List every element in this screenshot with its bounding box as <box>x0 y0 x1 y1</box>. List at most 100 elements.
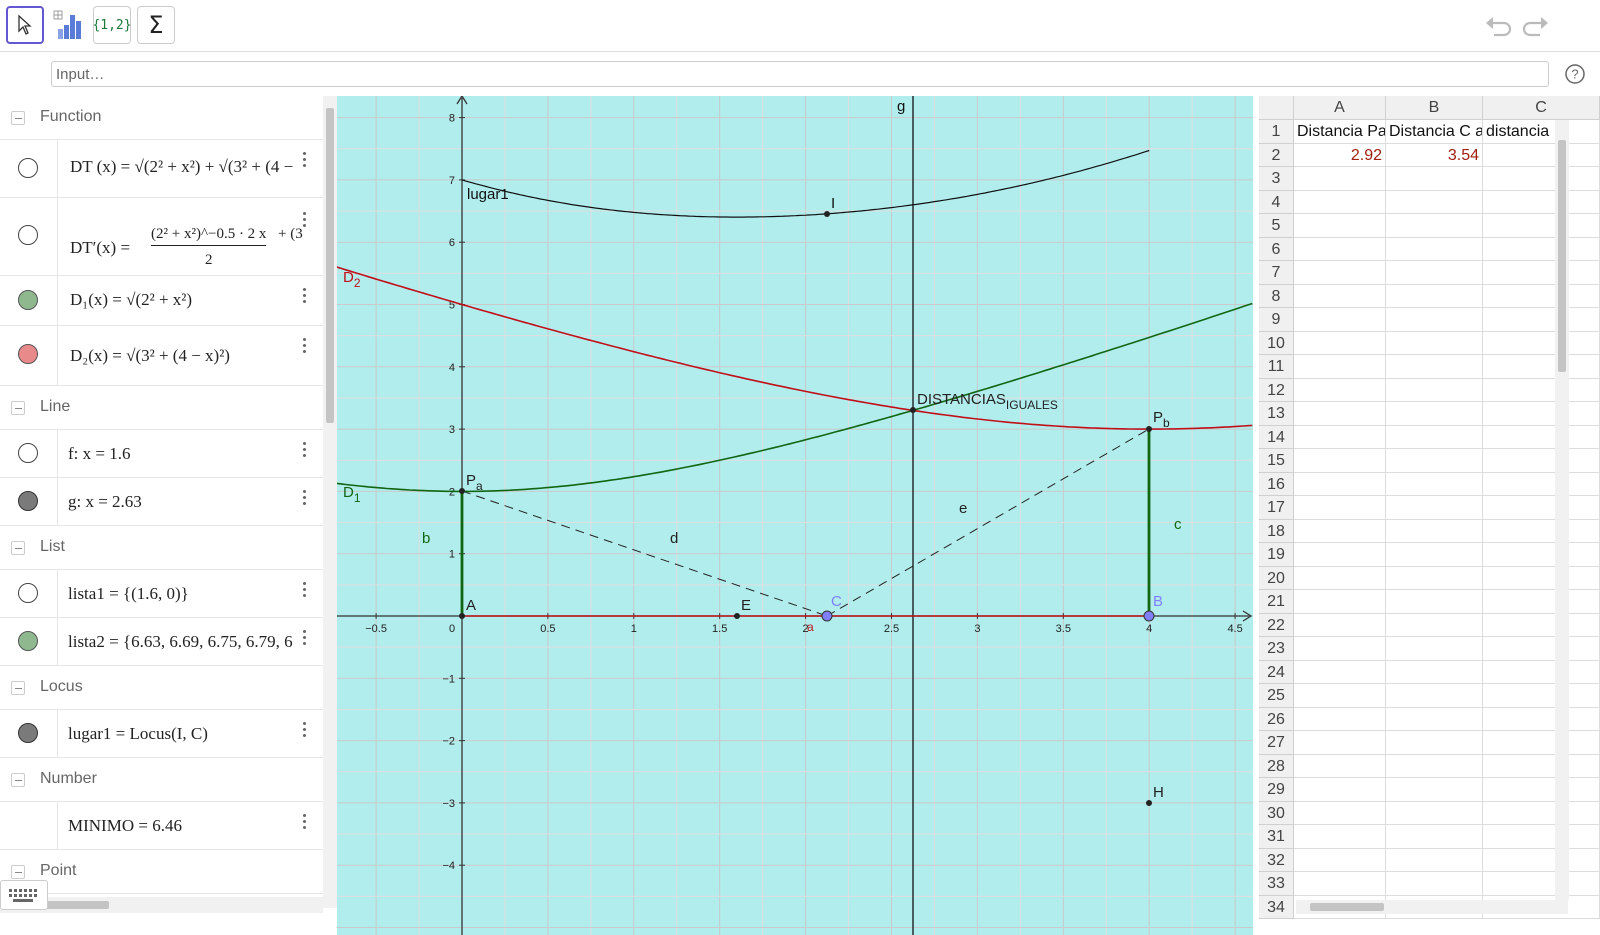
more-options-icon[interactable] <box>302 490 308 508</box>
scrollbar-thumb[interactable] <box>1310 903 1384 911</box>
sheet-cell[interactable] <box>1386 543 1483 567</box>
algebra-item-g[interactable]: g: x = 2.63 <box>0 478 323 526</box>
sheet-cell[interactable] <box>1386 496 1483 520</box>
sheet-cell[interactable] <box>1294 660 1386 684</box>
sheet-cell[interactable] <box>1386 684 1483 708</box>
sheet-cell[interactable] <box>1483 331 1600 355</box>
row-header[interactable]: 18 <box>1259 519 1294 543</box>
sum-tool-button[interactable]: Σ <box>137 6 175 44</box>
undo-button[interactable] <box>1484 12 1514 40</box>
group-point[interactable]: Point <box>0 850 323 894</box>
chart-tool-button[interactable] <box>50 6 88 44</box>
row-header[interactable]: 29 <box>1259 778 1294 802</box>
sheet-cell[interactable] <box>1386 660 1483 684</box>
row-header[interactable]: 6 <box>1259 237 1294 261</box>
sheet-cell[interactable] <box>1386 566 1483 590</box>
group-line[interactable]: Line <box>0 386 323 430</box>
sheet-cell[interactable] <box>1483 613 1600 637</box>
sheet-cell[interactable] <box>1294 566 1386 590</box>
sheet-cell[interactable] <box>1483 237 1600 261</box>
visibility-toggle-icon[interactable] <box>18 491 38 511</box>
algebra-item-lugar1[interactable]: lugar1 = Locus(I, C) <box>0 710 323 758</box>
group-function[interactable]: Function <box>0 96 323 140</box>
sheet-cell[interactable] <box>1483 519 1600 543</box>
cell-A2[interactable]: 2.92 <box>1294 143 1386 167</box>
point-distancias[interactable] <box>910 407 916 413</box>
sheet-cell[interactable] <box>1294 543 1386 567</box>
collapse-icon[interactable] <box>11 541 25 555</box>
sheet-cell[interactable] <box>1294 754 1386 778</box>
point-Pb[interactable] <box>1146 426 1152 432</box>
sheet-cell[interactable] <box>1483 143 1600 167</box>
sheet-cell[interactable] <box>1483 190 1600 214</box>
sheet-cell[interactable] <box>1294 378 1386 402</box>
sheet-cell[interactable] <box>1386 308 1483 332</box>
row-header[interactable]: 31 <box>1259 825 1294 849</box>
sheet-cell[interactable] <box>1483 261 1600 285</box>
cell-B2[interactable]: 3.54 <box>1386 143 1483 167</box>
row-header[interactable]: 11 <box>1259 355 1294 379</box>
row-header[interactable]: 12 <box>1259 378 1294 402</box>
sheet-cell[interactable] <box>1386 425 1483 449</box>
point-E[interactable] <box>734 613 740 619</box>
sheet-cell[interactable] <box>1483 308 1600 332</box>
sheet-cell[interactable] <box>1294 801 1386 825</box>
sheet-cell[interactable] <box>1483 284 1600 308</box>
sheet-cell[interactable] <box>1483 355 1600 379</box>
more-options-icon[interactable] <box>302 630 308 648</box>
visibility-toggle-icon[interactable] <box>18 290 38 310</box>
sheet-cell[interactable] <box>1386 613 1483 637</box>
visibility-toggle-icon[interactable] <box>18 723 38 743</box>
algebra-scrollbar[interactable] <box>323 96 337 908</box>
more-options-icon[interactable] <box>302 338 308 356</box>
list-tool-button[interactable]: {1,2} <box>92 6 132 44</box>
row-header[interactable]: 15 <box>1259 449 1294 473</box>
sheet-cell[interactable] <box>1386 214 1483 238</box>
sheet-cell[interactable] <box>1386 331 1483 355</box>
sheet-cell[interactable] <box>1386 872 1483 896</box>
point-Pa[interactable] <box>459 488 465 494</box>
more-options-icon[interactable] <box>302 288 308 306</box>
sheet-cell[interactable] <box>1386 707 1483 731</box>
sheet-cell[interactable] <box>1294 308 1386 332</box>
collapse-icon[interactable] <box>11 401 25 415</box>
algebra-item-minimo[interactable]: MINIMO = 6.46 <box>0 802 323 850</box>
row-header[interactable]: 24 <box>1259 660 1294 684</box>
cell-A1[interactable]: Distancia Pa <box>1294 120 1386 144</box>
column-header-C[interactable]: C <box>1483 96 1600 120</box>
row-header[interactable]: 28 <box>1259 754 1294 778</box>
row-header[interactable]: 10 <box>1259 331 1294 355</box>
sheet-cell[interactable] <box>1386 167 1483 191</box>
sheet-cell[interactable] <box>1386 637 1483 661</box>
row-header[interactable]: 22 <box>1259 613 1294 637</box>
graphics-view[interactable]: −0.5 0 0.5 1 1.5 2 2.5 3 3.5 4 4.587654321−1−2−3−4… <box>337 96 1253 935</box>
row-header[interactable]: 27 <box>1259 731 1294 755</box>
sheet-cell[interactable] <box>1483 402 1600 426</box>
sheet-cell[interactable] <box>1483 566 1600 590</box>
algebra-item-d1[interactable]: D₁(x) = √(2² + x²) <box>0 276 323 326</box>
collapse-icon[interactable] <box>11 773 25 787</box>
algebra-item-lista1[interactable]: lista1 = {(1.6, 0)} <box>0 570 323 618</box>
group-list[interactable]: List <box>0 526 323 570</box>
sheet-cell[interactable] <box>1294 237 1386 261</box>
point-I[interactable] <box>824 211 830 217</box>
more-options-icon[interactable] <box>302 722 308 740</box>
sheet-cell[interactable] <box>1386 754 1483 778</box>
algebra-horizontal-scrollbar[interactable] <box>0 897 323 913</box>
sheet-cell[interactable] <box>1483 731 1600 755</box>
row-header[interactable]: 32 <box>1259 848 1294 872</box>
row-header[interactable]: 14 <box>1259 425 1294 449</box>
row-header[interactable]: 17 <box>1259 496 1294 520</box>
sheet-cell[interactable] <box>1294 496 1386 520</box>
sheet-cell[interactable] <box>1386 237 1483 261</box>
row-header[interactable]: 34 <box>1259 895 1294 919</box>
sheet-cell[interactable] <box>1294 684 1386 708</box>
row-header[interactable]: 7 <box>1259 261 1294 285</box>
sheet-cell[interactable] <box>1483 378 1600 402</box>
algebra-item-dt-prime[interactable]: DT′(x) = (2² + x²)^−0.5 · 2 x 2 + (3 <box>0 198 323 276</box>
keyboard-button[interactable] <box>0 880 48 910</box>
redo-button[interactable] <box>1520 12 1550 40</box>
sheet-cell[interactable] <box>1294 449 1386 473</box>
sheet-cell[interactable] <box>1294 613 1386 637</box>
sheet-cell[interactable] <box>1386 402 1483 426</box>
